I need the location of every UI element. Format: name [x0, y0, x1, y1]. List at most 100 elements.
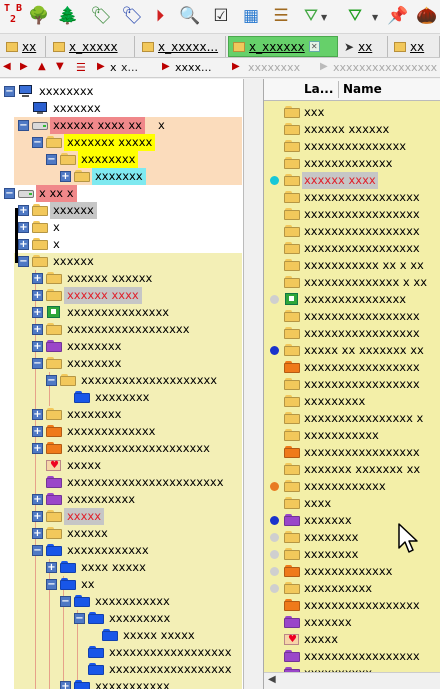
list-item[interactable]: xxxxxxxxxxxx — [264, 478, 440, 495]
crumb-seg-3[interactable]: xxxxxxxx — [248, 61, 300, 74]
expand-icon[interactable]: + — [32, 443, 43, 454]
expand-icon[interactable]: + — [32, 273, 43, 284]
list-item[interactable]: xxxxxxxxx — [264, 393, 440, 410]
tab-close-icon[interactable]: ✕ — [308, 41, 320, 52]
collapse-icon[interactable]: − — [32, 545, 43, 556]
expand-icon[interactable]: + — [18, 239, 29, 250]
column-header-name[interactable]: Name — [343, 82, 382, 96]
expand-icon[interactable]: + — [60, 171, 71, 182]
list-item[interactable]: xxxxxxxxxxxxxxxxx — [264, 648, 440, 665]
expand-icon[interactable]: + — [46, 562, 57, 573]
tree-node[interactable]: + xxxxxx xxxxxx — [0, 270, 243, 287]
crumb-seg-2[interactable]: xxxx... — [175, 61, 212, 74]
tree-node[interactable]: − xxxxxxxxxxxxxxxxxxxx — [0, 372, 243, 389]
tree-node[interactable]: + x — [0, 236, 243, 253]
expand-icon[interactable]: + — [32, 307, 43, 318]
expand-icon[interactable]: + — [18, 222, 29, 233]
tree-node[interactable]: + xxxxxx — [0, 525, 243, 542]
collapse-icon[interactable]: − — [46, 154, 57, 165]
expand-icon[interactable]: + — [32, 426, 43, 437]
collapse-icon[interactable]: − — [4, 188, 15, 199]
expand-icon[interactable]: + — [32, 528, 43, 539]
tree-node[interactable]: + xxxxxxxx — [0, 406, 243, 423]
tree-outline-icon[interactable]: 🌲 — [55, 3, 81, 29]
dropdown-caret-icon[interactable]: ▼ — [321, 13, 327, 22]
list-item[interactable]: xxxxxxxxxxxxxxx — [264, 291, 440, 308]
nut-icon[interactable]: 🌰 — [414, 3, 440, 29]
forward-circle-icon[interactable]: ⏵ — [147, 3, 173, 29]
list-item[interactable]: xxxxxxxxxxxxxxxxx — [264, 597, 440, 614]
column-divider[interactable] — [338, 81, 339, 98]
list-item[interactable]: xxxxxxxxxxxxxxxxx — [264, 359, 440, 376]
tree-node[interactable]: − x xx x — [0, 185, 243, 202]
list-item[interactable]: xxxxxxx — [264, 614, 440, 631]
tree-node[interactable]: − xxxxxxxxxxx — [0, 593, 243, 610]
crumb-seg-4[interactable]: xxxxxxxxxxxxxxxx — [333, 61, 437, 74]
tab-2[interactable]: x_xxxxx... — [138, 36, 226, 57]
list-item[interactable]: ♥ xxxxx — [264, 631, 440, 648]
down-arrow-icon[interactable]: ▼ — [56, 61, 64, 72]
expand-icon[interactable]: + — [18, 205, 29, 216]
list-item[interactable]: xxxxxxxxxxxxxxxxx — [264, 223, 440, 240]
tree-node[interactable]: + xxxxxxx — [0, 168, 243, 185]
tree-node[interactable]: + xxxxxxxxxxx — [0, 678, 243, 689]
column-header-label[interactable]: La... — [304, 82, 333, 96]
tree-node[interactable]: + xxxxxxxxxxxxxxxxxx — [0, 321, 243, 338]
expand-icon[interactable]: + — [32, 409, 43, 420]
expand-icon[interactable]: + — [32, 341, 43, 352]
list-item[interactable]: xxxxxxxxxxx — [264, 427, 440, 444]
scroll-left-icon[interactable]: ◀ — [268, 674, 276, 685]
expand-icon[interactable]: + — [32, 324, 43, 335]
tab-3[interactable]: x_xxxxxx ✕ — [228, 36, 338, 57]
tree-node[interactable]: xxxxxxx — [0, 100, 243, 117]
tree-node[interactable]: + xxxxxxxxxxxxxxxxxxxxx — [0, 440, 243, 457]
grid-icon[interactable]: ▦ — [238, 3, 264, 29]
expand-icon[interactable]: + — [32, 494, 43, 505]
tree-node[interactable]: + xxxxx — [0, 508, 243, 525]
horizontal-scrollbar[interactable]: ◀ — [264, 672, 440, 689]
crumb-seg-1[interactable]: x... — [121, 61, 138, 74]
tree-node[interactable]: − xxxxxxxx — [0, 151, 243, 168]
list-item[interactable]: xxxxxxxxxxxxxxxxx — [264, 325, 440, 342]
list-item[interactable]: xxxxxxxxxxxxxxxx x — [264, 410, 440, 427]
tree-node[interactable]: xxxxxxxxxxxxxxxxxx — [0, 661, 243, 678]
list-item[interactable]: xxxxxxxxxxxxxxxxx — [264, 240, 440, 257]
tree-node[interactable]: + xxxxxxxxxxxxxxx — [0, 304, 243, 321]
crumb-seg-0[interactable]: x — [110, 61, 117, 74]
magnifier-icon[interactable]: 🔍 — [177, 3, 203, 29]
expand-icon[interactable]: + — [60, 681, 71, 689]
list-item[interactable]: xxxxxxxxxxxxxxxxx — [264, 308, 440, 325]
tree-node[interactable]: + xxxxxx — [0, 202, 243, 219]
tab-1[interactable]: x_xxxxx — [49, 36, 135, 57]
tree-node[interactable]: + xxxxxx xxxx — [0, 287, 243, 304]
list-item[interactable]: xxxx — [264, 495, 440, 512]
up-arrow-icon[interactable]: ▲ — [38, 61, 46, 72]
list-item[interactable]: xxxxx xx xxxxxxx xx — [264, 342, 440, 359]
collapse-icon[interactable]: − — [4, 86, 15, 97]
list-item[interactable]: xxxxxx xxxx — [264, 172, 440, 189]
tab-5[interactable]: xx — [390, 36, 440, 57]
tree-node[interactable]: + xxxxxxxxxxxxx — [0, 423, 243, 440]
list-item[interactable]: xxxxxxxxxxx xx x xx — [264, 257, 440, 274]
list-item[interactable]: xxxxxxx xxxxxxx xx — [264, 461, 440, 478]
list-item[interactable]: xxxxxxxxxxxxx — [264, 155, 440, 172]
collapse-icon[interactable]: − — [46, 579, 57, 590]
collapse-icon[interactable]: − — [32, 358, 43, 369]
tree-node[interactable]: xxxxxxxxxxxxxxxxxxxxxxx — [0, 474, 243, 491]
list-item[interactable]: xxxxxxxxxxxxxx x xx — [264, 274, 440, 291]
tree-node[interactable]: ♥ xxxxx — [0, 457, 243, 474]
tree-node[interactable]: − xxxxxx — [0, 253, 243, 270]
tree-node[interactable]: − xxxxxxxx — [0, 355, 243, 372]
tab-4[interactable]: ➤ xx — [340, 36, 388, 57]
tree-node[interactable]: − xxxxxxxx — [0, 83, 243, 100]
list-item[interactable]: xxxxxxxxxxxxxxxxx — [264, 189, 440, 206]
tree-node[interactable]: − xxxxxxxxx — [0, 610, 243, 627]
dropdown-caret-icon[interactable]: ▼ — [372, 13, 378, 22]
list-item[interactable]: xxxxxxxxxxxxxxxxx — [264, 444, 440, 461]
tree-node[interactable]: xxxxxxxx — [0, 389, 243, 406]
tree-node[interactable]: xxxxxxxxxxxxxxxxxx — [0, 644, 243, 661]
filter-green-icon[interactable]: ⛛ — [342, 3, 368, 29]
expand-icon[interactable]: + — [32, 511, 43, 522]
tree-node[interactable]: − xxxxxxxxxxxx — [0, 542, 243, 559]
expand-icon[interactable]: + — [32, 290, 43, 301]
